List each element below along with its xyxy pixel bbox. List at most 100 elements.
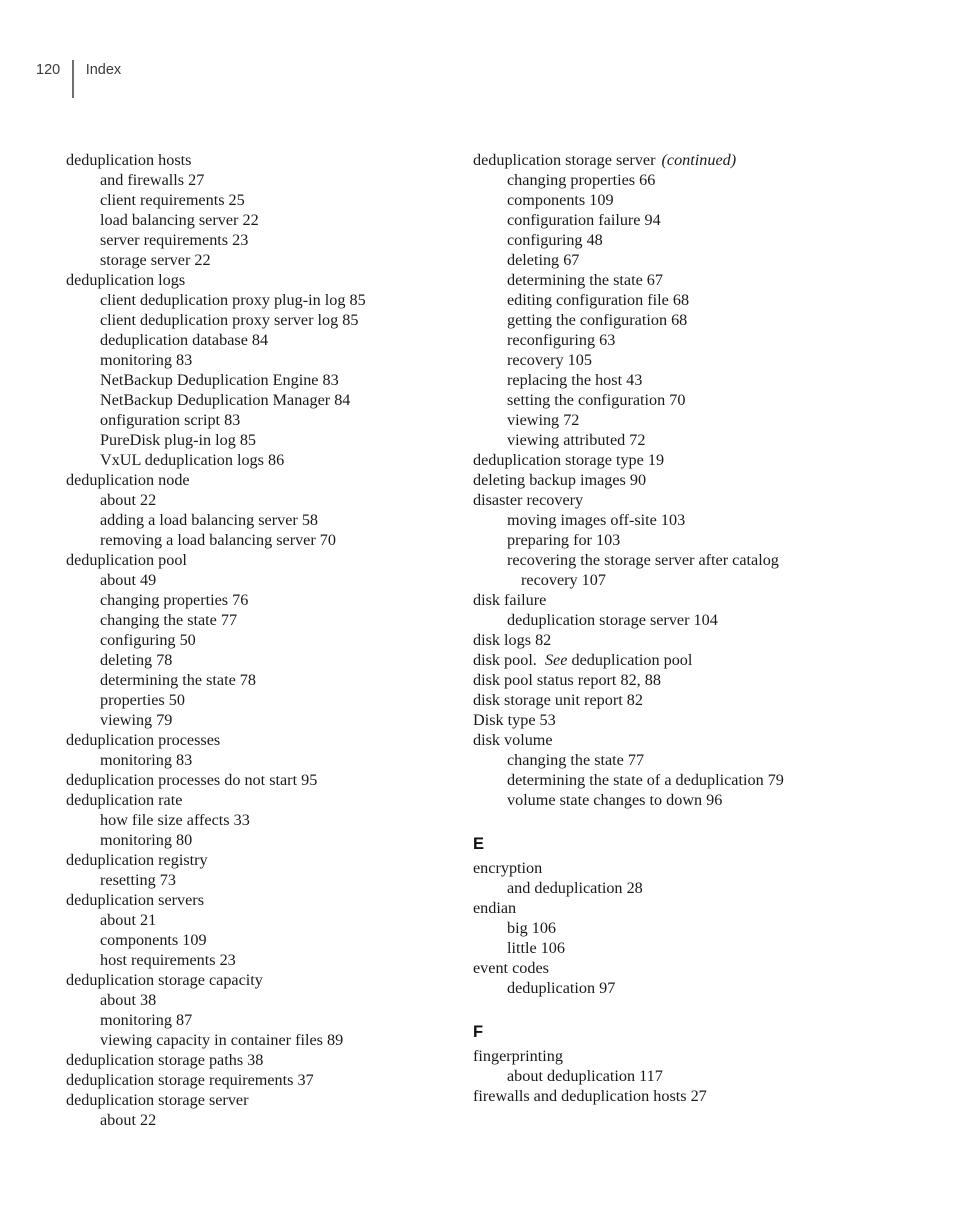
index-entry-sub: little 106 [507, 938, 858, 958]
index-entry-text: deduplication 97 [507, 979, 616, 997]
index-entry-text: firewalls and deduplication hosts 27 [473, 1087, 707, 1105]
index-entry-text: determining the state 78 [100, 671, 256, 689]
index-entry-text: deduplication storage paths 38 [66, 1051, 264, 1069]
index-entry-sub: removing a load balancing server 70 [100, 530, 451, 550]
index-entry-sub: deleting 78 [100, 650, 451, 670]
index-entry-sub: changing the state 77 [100, 610, 451, 630]
index-entry-sub: monitoring 87 [100, 1010, 451, 1030]
index-entry-text: determining the state 67 [507, 271, 663, 289]
index-entry-sub: about deduplication 117 [507, 1066, 858, 1086]
index-entry-text: disk logs 82 [473, 631, 552, 649]
index-entry-sub: deduplication database 84 [100, 330, 451, 350]
index-entry-sub: client requirements 25 [100, 190, 451, 210]
index-column-left: deduplication hosts and firewalls 27 clien… [66, 150, 451, 1130]
index-entry-sub: viewing 72 [507, 410, 858, 430]
index-entry-sub: determining the state 67 [507, 270, 858, 290]
index-entry-sub: VxUL deduplication logs 86 [100, 450, 451, 470]
index-entry-sub: getting the configuration 68 [507, 310, 858, 330]
index-entry-sub: viewing 79 [100, 710, 451, 730]
index-entry-sub: components 109 [100, 930, 451, 950]
index-entry-sub: client deduplication proxy plug-in log 8… [100, 290, 451, 310]
header-section-label: Index [85, 62, 122, 78]
index-entry-sub: host requirements 23 [100, 950, 451, 970]
index-entry-text: event codes [473, 959, 549, 977]
index-entry-text: VxUL deduplication logs 86 [100, 451, 285, 469]
index-entry-sub: deduplication storage server 104 [507, 610, 858, 630]
index-entry-main: deduplication storage capacity [66, 970, 451, 990]
index-entry-main: deduplication pool [66, 550, 451, 570]
index-entry-sub: storage server 22 [100, 250, 451, 270]
index-entry-text: host requirements 23 [100, 951, 236, 969]
index-entry-text: disaster recovery [473, 491, 584, 509]
index-entry-text: client deduplication proxy plug-in log 8… [100, 291, 366, 309]
index-entry-main: encryption [473, 858, 858, 878]
index-entry-sub: PureDisk plug-in log 85 [100, 430, 451, 450]
index-entry-text: deduplication storage type 19 [473, 451, 665, 469]
index-entry-main: deduplication logs [66, 270, 451, 290]
index-entry-sub: volume state changes to down 96 [507, 790, 858, 810]
index-entry-text: fingerprinting [473, 1047, 563, 1065]
index-entry-text: editing configuration file 68 [507, 291, 690, 309]
index-entry-main: event codes [473, 958, 858, 978]
index-entry-text: deduplication processes [66, 731, 221, 749]
index-entry-text: changing the state 77 [100, 611, 238, 629]
index-entry-text: configuring 50 [100, 631, 196, 649]
index-entry-text: deleting 78 [100, 651, 173, 669]
index-entry-text: deduplication storage requirements 37 [66, 1071, 314, 1089]
index-entry-main: deduplication hosts [66, 150, 451, 170]
index-entry-text: disk failure [473, 591, 547, 609]
index-entry-sub: changing properties 66 [507, 170, 858, 190]
index-entry-text: replacing the host 43 [507, 371, 643, 389]
index-entry-text: monitoring 83 [100, 751, 193, 769]
index-entry-sub: monitoring 83 [100, 750, 451, 770]
index-entry-text: changing properties 76 [100, 591, 249, 609]
index-entry-sub: setting the configuration 70 [507, 390, 858, 410]
index-entry-sub: viewing capacity in container files 89 [100, 1030, 451, 1050]
section-letter-heading: F [473, 1023, 484, 1041]
index-entry-sub: onfiguration script 83 [100, 410, 451, 430]
index-entry-main: deduplication node [66, 470, 451, 490]
index-entry-text: about deduplication 117 [507, 1067, 663, 1085]
index-entry-main: disk pool status report 82, 88 [473, 670, 858, 690]
index-entry-text: onfiguration script 83 [100, 411, 241, 429]
index-entry-text: deduplication storage server [473, 151, 656, 169]
index-entry-text: recovery 105 [507, 351, 592, 369]
index-entry-sub: about 22 [100, 1110, 451, 1130]
index-entry-text: determining the state of a deduplication… [507, 771, 784, 789]
index-entry-sub: client deduplication proxy server log 85 [100, 310, 451, 330]
index-entry-text: server requirements 23 [100, 231, 249, 249]
index-entry-text: setting the configuration 70 [507, 391, 686, 409]
index-entry-text: deduplication processes do not start 95 [66, 771, 318, 789]
index-entry-sub: changing properties 76 [100, 590, 451, 610]
index-entry-main: disaster recovery [473, 490, 858, 510]
index-entry-sub: configuration failure 94 [507, 210, 858, 230]
index-entry-sub: NetBackup Deduplication Manager 84 [100, 390, 451, 410]
index-entry-text: disk storage unit report 82 [473, 691, 643, 709]
index-entry-main: fingerprinting [473, 1046, 858, 1066]
index-entry-text: big 106 [507, 919, 557, 937]
index-entry-sub: and deduplication 28 [507, 878, 858, 898]
index-entry-main: deduplication processes [66, 730, 451, 750]
index-entry-text: PureDisk plug-in log 85 [100, 431, 257, 449]
index-entry-sub: and firewalls 27 [100, 170, 451, 190]
index-entry-sub: monitoring 80 [100, 830, 451, 850]
index-entry-main: deduplication processes do not start 95 [66, 770, 451, 790]
index-entry-text: deduplication storage server [66, 1091, 249, 1109]
index-entry-text: little 106 [507, 939, 565, 957]
index-entry-text: deduplication servers [66, 891, 204, 909]
index-entry-text: removing a load balancing server 70 [100, 531, 336, 549]
index-entry-text: deduplication database 84 [100, 331, 269, 349]
index-entry-main: disk failure [473, 590, 858, 610]
index-entry-sub: determining the state 78 [100, 670, 451, 690]
index-entry-sub: configuring 50 [100, 630, 451, 650]
index-entry-text: and firewalls 27 [100, 171, 205, 189]
index-entry-sub: replacing the host 43 [507, 370, 858, 390]
index-entry-sub: recovery 107 [521, 570, 858, 590]
index-entry-sub: NetBackup Deduplication Engine 83 [100, 370, 451, 390]
index-entry-text: deduplication registry [66, 851, 208, 869]
index-entry-sub: reconfiguring 63 [507, 330, 858, 350]
index-entry-text: moving images off-site 103 [507, 511, 686, 529]
index-entry-text: client requirements 25 [100, 191, 245, 209]
index-entry-main: deduplication storage requirements 37 [66, 1070, 451, 1090]
index-entry-text: load balancing server 22 [100, 211, 259, 229]
